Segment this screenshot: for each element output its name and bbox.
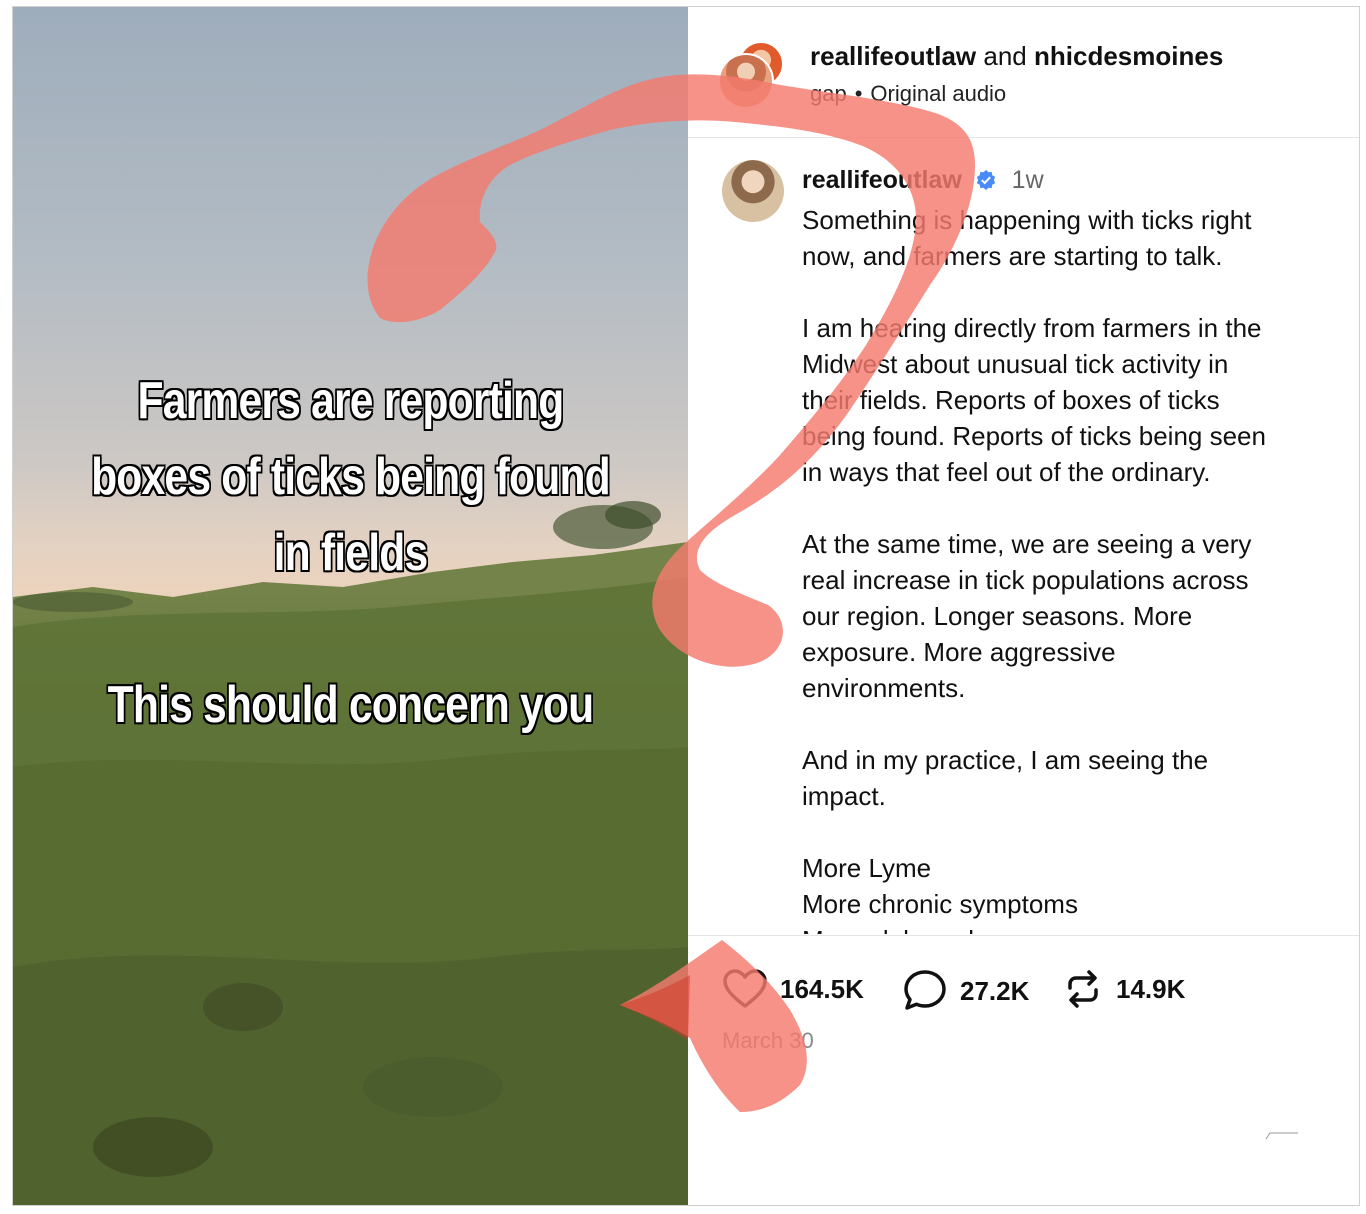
comment-icon [904, 970, 946, 1010]
post-panel: reallifeoutlaw and nhicdesmoines gap • Ori… [688, 7, 1359, 1205]
avatar[interactable] [722, 160, 784, 222]
paragraph: And in my practice, I am seeing the impa… [802, 742, 1342, 814]
paragraph: Something is happening with ticks right … [802, 202, 1342, 274]
text-line: real increase in tick populations across [802, 565, 1249, 595]
text-line: their fields. Reports of boxes of ticks [802, 385, 1220, 415]
comment-button[interactable]: 27.2K [902, 968, 1029, 1014]
username-link[interactable]: reallifeoutlaw [810, 41, 976, 71]
caption-line: in fields [273, 524, 429, 582]
text-line: More chronic symptoms [802, 889, 1078, 919]
paragraph: I am hearing directly from farmers in th… [802, 310, 1342, 490]
text-line: I am hearing directly from farmers in th… [802, 313, 1262, 343]
separator: • [854, 81, 863, 106]
text-line: More Lyme [802, 853, 932, 883]
audio-artist[interactable]: gap [810, 81, 847, 106]
post-caption: reallifeoutlaw 1w Something is happening… [688, 138, 1359, 934]
post-meta: reallifeoutlaw 1w [802, 166, 1044, 195]
caption-bottom: This should concern you [107, 676, 595, 734]
collab-avatars[interactable] [718, 41, 784, 111]
text-line: being found. Reports of ticks being seen [802, 421, 1266, 451]
text-line: At the same time, we are seeing a very [802, 529, 1252, 559]
field-scene [13, 501, 688, 1205]
username-link[interactable]: reallifeoutlaw [802, 166, 962, 194]
caption-line: Farmers are reporting [137, 372, 565, 430]
text-line: in ways that feel out of the ordinary. [802, 457, 1211, 487]
and-text: and [983, 41, 1027, 71]
repost-icon [1068, 970, 1098, 1008]
audio-title[interactable]: Original audio [870, 81, 1006, 106]
video-player[interactable]: Farmers are reporting boxes of ticks bei… [13, 7, 688, 1205]
action-bar: 164.5K 27.2K 14.9K March 30 [688, 935, 1359, 1205]
heart-icon [723, 969, 767, 1008]
text-line: More alpha gal [802, 922, 1342, 934]
like-count: 164.5K [780, 973, 864, 1004]
avatar[interactable] [718, 53, 774, 109]
text-line: environments. [802, 673, 966, 703]
paragraph: At the same time, we are seeing a very r… [802, 526, 1342, 706]
verified-icon [976, 169, 995, 191]
caption-line: boxes of ticks being found [91, 448, 611, 506]
comment-count: 27.2K [960, 975, 1030, 1006]
collab-names: reallifeoutlaw and nhicdesmoines [810, 41, 1223, 72]
text-line: Midwest about unusual tick activity in [802, 349, 1229, 379]
text-line: exposure. More aggressive [802, 637, 1116, 667]
paragraph: More Lyme More chronic symptoms More alp… [802, 850, 1342, 934]
post-frame: Farmers are reporting boxes of ticks bei… [12, 6, 1360, 1206]
text-line: Something is happening with ticks right [802, 205, 1252, 235]
repost-count: 14.9K [1116, 973, 1186, 1004]
scroll-indicator [1265, 1132, 1298, 1140]
text-line: now, and farmers are starting to talk. [802, 241, 1223, 271]
audio-line: gap • Original audio [810, 81, 1006, 107]
post-text: Something is happening with ticks right … [802, 202, 1342, 934]
like-button[interactable]: 164.5K [722, 968, 864, 1010]
post-date: March 30 [722, 1028, 814, 1053]
text-line: impact. [802, 781, 886, 811]
text-line: And in my practice, I am seeing the [802, 745, 1209, 775]
post-timestamp: 1w [1011, 166, 1044, 194]
username-link[interactable]: nhicdesmoines [1034, 41, 1223, 71]
text-line: our region. Longer seasons. More [802, 601, 1193, 631]
post-header: reallifeoutlaw and nhicdesmoines gap • Ori… [688, 7, 1359, 138]
caption-top: Farmers are reporting boxes of ticks bei… [74, 363, 628, 591]
repost-button[interactable]: 14.9K [1062, 968, 1185, 1010]
